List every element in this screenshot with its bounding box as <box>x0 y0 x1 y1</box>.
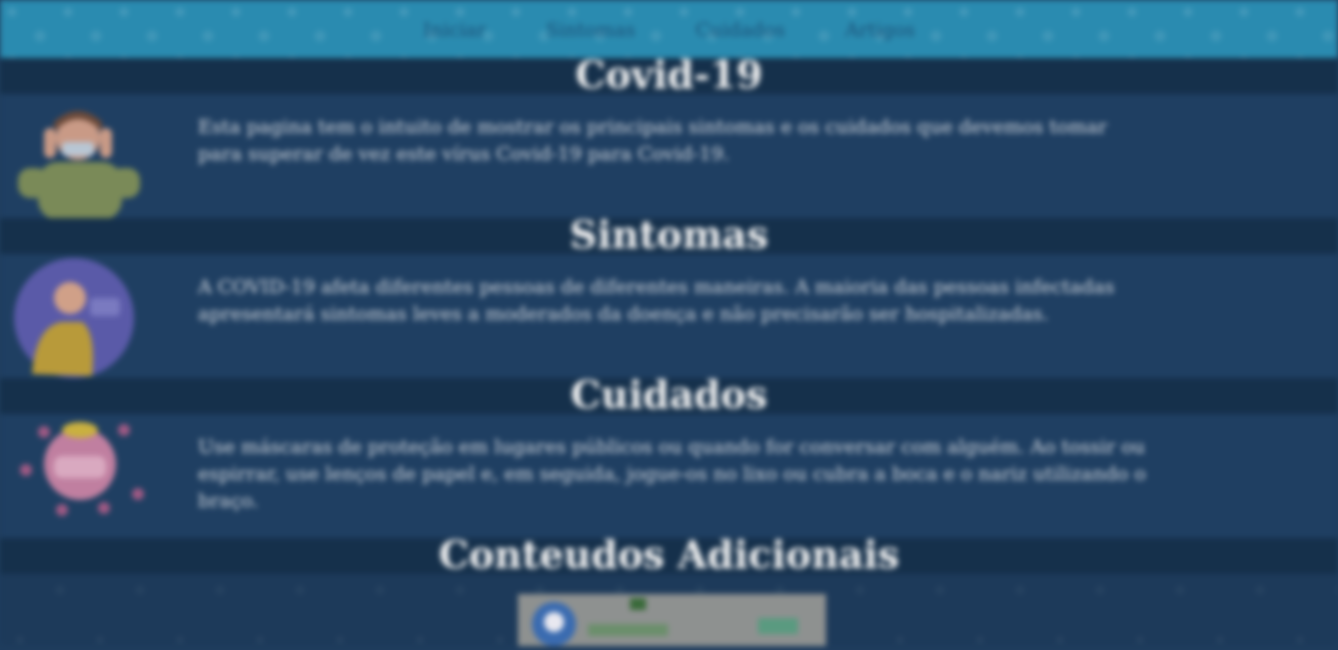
section-text-sintomas: A COVID-19 afeta diferentes pessoas de d… <box>198 276 1115 325</box>
section-title-sintomas: Sintomas <box>569 212 769 257</box>
nav-link-iniciar[interactable]: Iniciar <box>423 19 486 41</box>
person-with-mask-image <box>18 111 140 220</box>
symptoms-person-image <box>14 258 134 378</box>
navbar: Iniciar Sintomas Cuidados Artigos <box>0 0 1338 60</box>
video-thumbnail[interactable] <box>518 594 826 646</box>
nav-link-sintomas[interactable]: Sintomas <box>546 19 636 41</box>
virus-with-mask-image <box>20 422 144 516</box>
section-title-covid: Covid-19 <box>575 52 763 97</box>
video-thumbnail-art <box>518 594 826 646</box>
page: Iniciar Sintomas Cuidados Artigos Covid-… <box>0 0 1338 646</box>
nav-link-cuidados[interactable]: Cuidados <box>695 19 785 41</box>
section-title-conteudos: Conteudos Adicionais <box>438 532 900 577</box>
section-text-cuidados: Use máscaras de proteção em lugares públ… <box>198 436 1146 512</box>
nav-link-artigos[interactable]: Artigos <box>845 19 915 41</box>
section-title-cuidados: Cuidados <box>570 372 768 417</box>
section-text-covid: Esta pagina tem o intuito de mostrar os … <box>198 116 1107 165</box>
